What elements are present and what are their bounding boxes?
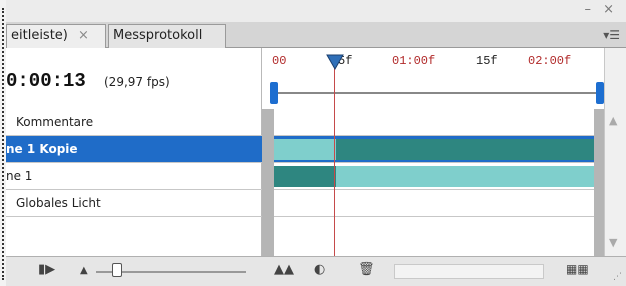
playhead-icon[interactable] [326, 54, 344, 70]
layer-duration-bar[interactable] [336, 166, 594, 187]
animation-mode-icon[interactable]: ▦▦ [566, 262, 589, 276]
close-icon[interactable]: × [78, 28, 89, 43]
title-bar: – × [6, 0, 626, 22]
minimize-button[interactable]: – [584, 2, 595, 17]
horizontal-scrollbar[interactable] [394, 264, 544, 279]
timeline-area: 00 5f 01:00f 15f 02:00f [262, 48, 604, 256]
vertical-scrollbar[interactable]: ▲ ▼ [604, 48, 626, 256]
scroll-up-icon[interactable]: ▲ [609, 114, 617, 127]
layer-row[interactable]: Kommentare [6, 109, 262, 136]
panel-menu-icon[interactable]: ▾☰ [603, 28, 620, 42]
tab-strip: eitleiste) × Messprotokoll ▾☰ [6, 22, 626, 48]
work-area-start-handle[interactable] [270, 82, 278, 104]
ruler-line [272, 92, 598, 94]
layer-duration-bar[interactable] [274, 139, 336, 160]
current-time[interactable]: 0:00:13 [6, 70, 86, 92]
tab-label: Messprotokoll [113, 28, 203, 43]
zoom-slider-knob[interactable] [112, 263, 122, 277]
layer-name: ne 1 [6, 169, 33, 183]
window-buttons: – × [584, 2, 618, 17]
resize-grip-icon[interactable]: ⋰ [613, 272, 622, 282]
track-row-selected [262, 136, 604, 163]
timeline-body: 0:00:13 (29,97 fps) Kommentare ne 1 Kopi… [6, 48, 626, 256]
close-button[interactable]: × [603, 2, 618, 17]
ruler-tick: 15f [476, 54, 498, 68]
layer-row[interactable]: ne 1 [6, 163, 262, 190]
layer-row-selected[interactable]: ne 1 Kopie [6, 136, 262, 163]
layer-name: ne 1 Kopie [6, 142, 78, 156]
track-row [262, 163, 604, 190]
zoom-in-icon[interactable]: ▲▲ [274, 262, 294, 277]
track-row [262, 109, 604, 136]
timeline-toolbar: ▮▶ ▲ ▲▲ ◐ 🗑 ▦▦ ⋰ [6, 256, 626, 286]
timeline-panel: – × eitleiste) × Messprotokoll ▾☰ 0:00:1… [0, 0, 626, 286]
tab-timeline[interactable]: eitleiste) × [6, 24, 106, 48]
layer-duration-bar[interactable] [274, 166, 336, 187]
time-ruler[interactable]: 00 5f 01:00f 15f 02:00f [262, 48, 604, 108]
ruler-tick: 01:00f [392, 54, 436, 68]
layer-name: Globales Licht [16, 196, 101, 210]
panel-dock-edge [2, 8, 5, 280]
layer-duration-bar[interactable] [336, 139, 594, 160]
scroll-down-icon[interactable]: ▼ [609, 236, 617, 249]
work-area-left-shade [262, 109, 274, 256]
playhead-line [334, 60, 335, 256]
ruler-tick: 02:00f [528, 54, 572, 68]
delete-icon[interactable]: 🗑 [358, 262, 375, 277]
ruler-tick: 00 [272, 54, 287, 68]
zoom-out-icon[interactable]: ▲ [80, 265, 88, 276]
tab-messprotokoll[interactable]: Messprotokoll [108, 24, 226, 48]
track-row [262, 190, 604, 217]
convert-icon[interactable]: ◐ [314, 262, 325, 277]
work-area-right-shade [594, 109, 604, 256]
tab-label: eitleiste) [11, 28, 68, 43]
frame-rate: (29,97 fps) [104, 75, 170, 89]
play-next-frame-icon[interactable]: ▮▶ [38, 262, 55, 277]
layer-list: 0:00:13 (29,97 fps) Kommentare ne 1 Kopi… [6, 48, 262, 256]
work-area-end-handle[interactable] [596, 82, 604, 104]
layer-name: Kommentare [16, 115, 94, 129]
layer-row[interactable]: Globales Licht [6, 190, 262, 217]
